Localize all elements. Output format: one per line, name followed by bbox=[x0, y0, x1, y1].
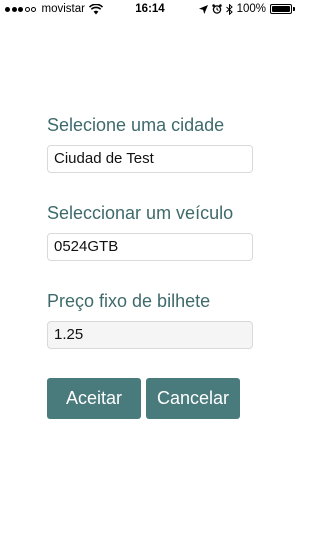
city-select[interactable]: Ciudad de Test bbox=[47, 145, 253, 173]
vehicle-label: Seleccionar um veículo bbox=[47, 203, 234, 223]
battery-nub bbox=[293, 7, 295, 11]
status-right: 100% bbox=[198, 3, 295, 15]
bluetooth-icon bbox=[225, 3, 233, 15]
battery-percentage: 100% bbox=[236, 3, 266, 15]
vehicle-select[interactable]: 0524GTB bbox=[47, 233, 253, 261]
city-label: Selecione uma cidade bbox=[47, 115, 225, 135]
alarm-clock-icon bbox=[211, 4, 222, 14]
price-label: Preço fixo de bilhete bbox=[47, 291, 211, 311]
battery-fill bbox=[272, 6, 290, 12]
cancel-button[interactable]: Cancelar bbox=[146, 378, 240, 419]
battery-icon bbox=[270, 4, 292, 14]
location-arrow-icon bbox=[198, 4, 208, 14]
accept-button[interactable]: Aceitar bbox=[47, 378, 141, 419]
price-field[interactable]: 1.25 bbox=[47, 321, 253, 349]
status-bar: movistar 16:14 100% bbox=[0, 0, 300, 20]
